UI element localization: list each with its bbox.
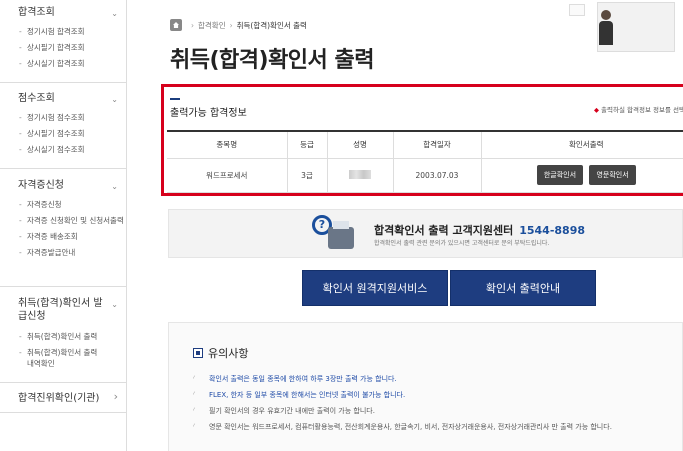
- pass-info-title: 출력가능 합격정보: [170, 98, 247, 119]
- english-certificate-button[interactable]: 영문확인서: [589, 165, 636, 185]
- home-icon[interactable]: [170, 19, 182, 31]
- column-header-grade: 등급: [286, 130, 327, 159]
- print-guide-button[interactable]: 확인서 출력안내: [450, 270, 596, 306]
- chevron-down-icon: ⌄: [111, 182, 118, 191]
- bullet-icon: ◆: [594, 106, 600, 114]
- sidebar-section-title: 취득(합격)확인서 발급신청: [18, 298, 103, 322]
- cell-name: [326, 158, 393, 193]
- blurred-name: [349, 169, 371, 179]
- column-header-subject: 종목명: [167, 130, 287, 159]
- sidebar-item-cert-apply[interactable]: 자격증신청: [19, 199, 126, 210]
- sidebar-section-authenticity: 합격진위확인(기관) ›: [0, 383, 126, 413]
- sidebar-section-title: 합격조회: [18, 7, 55, 18]
- sidebar-item-confirmation-history[interactable]: 취득(합격)확인서 출력내역확인: [19, 347, 103, 369]
- cell-grade: 3급: [286, 158, 327, 193]
- hero-illustration: [553, 0, 683, 60]
- sidebar-item-regular-pass[interactable]: 정기시험 합격조회: [19, 26, 126, 37]
- sidebar: 합격조회 ⌄ 정기시험 합격조회 상시필기 합격조회 상시실기 합격조회 점수조…: [0, 0, 127, 451]
- person-illustration: [599, 10, 613, 45]
- support-printer-icon: ?: [312, 215, 358, 253]
- sidebar-item-written-pass[interactable]: 상시필기 합격조회: [19, 42, 126, 53]
- sidebar-item-pass-check[interactable]: 합격조회 ⌄: [0, 0, 126, 20]
- chevron-right-icon: ›: [113, 390, 118, 403]
- document-illustration: [569, 4, 585, 16]
- column-header-print: 확인서출력: [480, 130, 683, 159]
- sidebar-item-cert-confirm[interactable]: 자격증 신청확인 및 신청서출력: [19, 215, 126, 226]
- sidebar-item-practical-pass[interactable]: 상시실기 합격조회: [19, 58, 126, 69]
- breadcrumb: › 합격확인 › 취득(합격)확인서 출력: [170, 19, 307, 31]
- printer-icon: [328, 221, 354, 249]
- sidebar-item-certificate-apply[interactable]: 자격증신청 ⌄: [0, 169, 126, 193]
- notice-box: 유의사항 확인서 출력은 동일 종목에 한하여 하루 3장만 출력 가능 합니다…: [168, 322, 683, 451]
- list-item: 영문 확인서는 워드프로세서, 컴퓨터활용능력, 전산회계운용사, 한글속기, …: [193, 422, 683, 432]
- breadcrumb-separator: ›: [229, 20, 233, 30]
- sidebar-section-score-check: 점수조회 ⌄ 정기시험 점수조회 상시필기 점수조회 상시실기 점수조회: [0, 83, 126, 169]
- sidebar-item-score-check[interactable]: 점수조회 ⌄: [0, 83, 126, 106]
- support-description: 합격확인서 출력 관련 문의가 있으시면 고객센터로 문의 부탁드립니다.: [374, 240, 550, 247]
- column-header-date: 합격일자: [392, 130, 481, 159]
- support-center-banner: ? 합격확인서 출력 고객지원센터 1544-8898 합격확인서 출력 관련 문…: [168, 209, 683, 258]
- list-item: 확인서 출력은 동일 종목에 한하여 하루 3장만 출력 가능 합니다.: [193, 374, 683, 384]
- breadcrumb-current: 취득(합격)확인서 출력: [236, 20, 307, 30]
- chevron-down-icon: ⌄: [111, 9, 118, 18]
- table-row: 워드프로세서 3급 2003.07.03 한글확인서 영문확인서: [167, 158, 683, 193]
- breadcrumb-parent[interactable]: 합격확인: [198, 20, 226, 31]
- korean-certificate-button[interactable]: 한글확인서: [536, 165, 584, 185]
- sidebar-item-confirmation[interactable]: 취득(합격)확인서 발급신청 ⌄: [0, 287, 126, 323]
- cell-subject: 워드프로세서: [167, 158, 287, 193]
- sidebar-item-authenticity[interactable]: 합격진위확인(기관) ›: [0, 383, 126, 405]
- cell-print-buttons: 한글확인서 영문확인서: [480, 158, 683, 193]
- cell-date: 2003.07.03: [392, 158, 481, 193]
- sidebar-section-pass-check: 합격조회 ⌄ 정기시험 합격조회 상시필기 합격조회 상시실기 합격조회: [0, 0, 126, 83]
- support-phone: 1544-8898: [519, 224, 586, 237]
- sidebar-item-cert-guide[interactable]: 자격증발급안내: [19, 247, 126, 258]
- sidebar-item-regular-score[interactable]: 정기시험 점수조회: [19, 112, 126, 123]
- notice-list: 확인서 출력은 동일 종목에 한하여 하루 3장만 출력 가능 합니다. FLE…: [193, 374, 683, 438]
- sidebar-item-cert-delivery[interactable]: 자격증 배송조회: [19, 231, 126, 242]
- sidebar-item-practical-score[interactable]: 상시실기 점수조회: [19, 144, 126, 155]
- pass-info-table: 종목명 등급 성명 합격일자 확인서출력 워드프로세서 3급 2003.07.0…: [167, 130, 683, 193]
- support-title: 합격확인서 출력 고객지원센터 1544-8898: [374, 224, 586, 237]
- table-header-row: 종목명 등급 성명 합격일자 확인서출력: [167, 130, 683, 159]
- breadcrumb-separator: ›: [191, 20, 194, 30]
- notice-title: 유의사항: [208, 347, 249, 360]
- sidebar-item-written-score[interactable]: 상시필기 점수조회: [19, 128, 126, 139]
- sidebar-section-title: 합격진위확인(기관): [18, 393, 100, 404]
- notice-heading: 유의사항: [193, 345, 248, 361]
- remote-support-button[interactable]: 확인서 원격지원서비스: [302, 270, 448, 306]
- column-header-name: 성명: [326, 130, 393, 159]
- main-content: › 합격확인 › 취득(합격)확인서 출력 취득(합격)확인서 출력 출력가능 …: [128, 0, 683, 451]
- sidebar-section-confirmation: 취득(합격)확인서 발급신청 ⌄ 취득(합격)확인서 출력 취득(합격)확인서 …: [0, 287, 126, 383]
- sidebar-section-certificate-apply: 자격증신청 ⌄ 자격증신청 자격증 신청확인 및 신청서출력 자격증 배송조회 …: [0, 169, 126, 287]
- page-title: 취득(합격)확인서 출력: [170, 48, 374, 73]
- notice-icon: [193, 348, 203, 358]
- sidebar-item-confirmation-print[interactable]: 취득(합격)확인서 출력: [19, 331, 126, 342]
- sidebar-section-title: 점수조회: [18, 93, 55, 104]
- list-item: FLEX, 한자 등 일부 종목에 한해서는 인터넷 출력이 불가능 합니다.: [193, 390, 683, 400]
- chevron-down-icon: ⌄: [111, 300, 118, 309]
- pass-info-box: 출력가능 합격정보 ◆ 출력하실 합격정보 정보를 선택 종목명 등급 성명 합격…: [161, 84, 683, 196]
- pass-info-note: ◆ 출력하실 합격정보 정보를 선택: [594, 106, 683, 114]
- list-item: 필기 확인서의 경우 유효기간 내에만 출력이 가능 합니다.: [193, 406, 683, 416]
- chevron-down-icon: ⌄: [111, 95, 118, 104]
- sidebar-section-title: 자격증신청: [18, 180, 64, 191]
